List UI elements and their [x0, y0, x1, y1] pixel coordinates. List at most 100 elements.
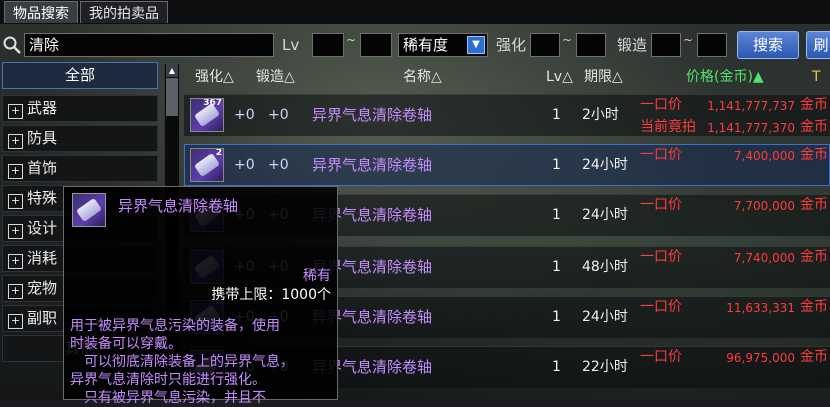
enhance-tilde: ~	[562, 33, 573, 47]
tooltip-item-name: 异界气息清除卷轴	[118, 197, 239, 215]
chevron-down-icon[interactable]: ▼	[467, 36, 485, 54]
cell-name[interactable]: 异界气息清除卷轴	[312, 156, 432, 174]
rarity-select[interactable]: 稀有度 ▼	[398, 33, 488, 57]
header-forge[interactable]: 锻造△	[256, 64, 295, 90]
category-label: 防具	[27, 129, 58, 147]
scroll-item-icon	[72, 193, 106, 227]
scroll-item-icon: 367	[190, 98, 224, 132]
tooltip-desc-line: 可以彻底清除装备上的异界气息，	[70, 354, 294, 370]
cell-name[interactable]: 异界气息清除卷轴	[312, 106, 432, 124]
price-label: 一口价	[640, 197, 682, 213]
expand-icon[interactable]: +	[8, 134, 23, 149]
expand-icon[interactable]: +	[8, 224, 23, 239]
category-label: 首饰	[27, 159, 58, 177]
search-bar: 清除 Lv ~ 稀有度 ▼ 强化 ~ 锻造 ~ 搜索 刷	[0, 30, 830, 60]
coin-unit: 金币	[800, 249, 828, 265]
table-row[interactable]: 367 +0 +0 异界气息清除卷轴 1 2小时 一口价 1,141,777,7…	[184, 92, 830, 138]
rarity-value: 稀有度	[403, 36, 449, 54]
category-label: 副职	[27, 309, 58, 327]
item-tooltip: 异界气息清除卷轴 稀有 携带上限：1000个 用于被异界气息污染的装备，使用 时…	[63, 186, 338, 406]
cell-enhance: +0	[234, 157, 255, 173]
bid-label: 当前竟拍	[640, 119, 696, 135]
coin-unit: 金币	[800, 197, 828, 213]
category-label: 全部	[64, 66, 95, 84]
category-jewelry[interactable]: + 首饰	[2, 155, 158, 182]
expand-icon[interactable]: +	[8, 254, 23, 269]
cell-lv: 1	[552, 107, 561, 123]
price-value: 7,700,000	[733, 199, 795, 213]
tooltip-desc-line: 时装备可以穿戴。	[70, 336, 182, 352]
cell-period: 2小时	[582, 107, 619, 123]
tab-bar: 物品搜索 我的拍卖品	[0, 0, 830, 24]
expand-icon[interactable]: +	[8, 314, 23, 329]
header-enhance[interactable]: 强化△	[195, 64, 234, 90]
lv-label: Lv	[282, 36, 300, 54]
scroll-thumb[interactable]	[166, 78, 178, 116]
coin-unit: 金币	[800, 299, 828, 315]
coin-unit: 金币	[800, 147, 828, 163]
enhance-label: 强化	[496, 36, 527, 54]
cell-period: 24小时	[582, 157, 628, 173]
coin-unit: 金币	[800, 119, 828, 135]
tooltip-rarity: 稀有	[303, 268, 331, 284]
price-label: 一口价	[640, 349, 682, 365]
header-name[interactable]: 名称△	[403, 64, 442, 90]
table-row[interactable]: 2 +0 +0 异界气息清除卷轴 1 24小时 一口价 7,400,000 金币	[184, 142, 830, 188]
cell-period: 24小时	[582, 207, 628, 223]
cell-period: 22小时	[582, 359, 628, 375]
scroll-glyph	[75, 197, 103, 223]
search-button[interactable]: 搜索	[737, 31, 799, 59]
cell-forge: +0	[268, 157, 289, 173]
cell-enhance: +0	[234, 107, 255, 123]
header-price[interactable]: 价格(金币)▲	[686, 64, 764, 90]
scroll-up-icon[interactable]: ▲	[166, 64, 178, 77]
lv-max-input[interactable]	[360, 33, 392, 57]
category-all[interactable]: 全部	[2, 62, 158, 89]
category-weapon[interactable]: + 武器	[2, 95, 158, 122]
price-value: 7,400,000	[733, 149, 795, 163]
price-value: 96,975,000	[726, 351, 795, 365]
price-label: 一口价	[640, 249, 682, 265]
category-label: 特殊	[27, 189, 58, 207]
expand-icon[interactable]: +	[8, 284, 23, 299]
lv-min-input[interactable]	[312, 33, 344, 57]
price-label: 一口价	[640, 97, 682, 113]
coin-unit: 金币	[800, 349, 828, 365]
header-seller[interactable]: T	[812, 64, 821, 90]
cell-period: 48小时	[582, 259, 628, 275]
price-value: 11,633,331	[726, 301, 795, 315]
forge-tilde: ~	[683, 33, 694, 47]
tab-my-auctions[interactable]: 我的拍卖品	[80, 1, 168, 23]
price-label: 一口价	[640, 299, 682, 315]
category-armor[interactable]: + 防具	[2, 125, 158, 152]
header-lv[interactable]: Lv△	[546, 64, 573, 90]
expand-icon[interactable]: +	[8, 194, 23, 209]
enhance-min-input[interactable]	[530, 33, 560, 57]
price-value: 7,740,000	[733, 251, 795, 265]
cell-lv: 1	[552, 359, 561, 375]
cell-lv: 1	[552, 157, 561, 173]
tooltip-carry-limit: 携带上限：1000个	[211, 287, 331, 303]
scroll-item-icon: 2	[190, 148, 224, 182]
tab-item-search[interactable]: 物品搜索	[4, 1, 78, 23]
forge-max-input[interactable]	[697, 33, 727, 57]
price-label: 一口价	[640, 147, 682, 163]
expand-icon[interactable]: +	[8, 164, 23, 179]
keyword-input[interactable]: 清除	[24, 33, 274, 57]
cell-forge: +0	[268, 107, 289, 123]
lv-tilde: ~	[346, 33, 357, 47]
item-quantity: 367	[203, 98, 222, 108]
refresh-button[interactable]: 刷	[806, 31, 830, 59]
forge-min-input[interactable]	[651, 33, 681, 57]
expand-icon[interactable]: +	[8, 104, 23, 119]
cell-lv: 1	[552, 309, 561, 325]
tooltip-desc-line: 用于被异界气息污染的装备，使用	[70, 318, 280, 334]
item-quantity: 2	[215, 148, 222, 158]
header-period[interactable]: 期限△	[584, 64, 623, 90]
enhance-max-input[interactable]	[576, 33, 606, 57]
coin-unit: 金币	[800, 97, 828, 113]
category-label: 消耗	[27, 249, 58, 267]
forge-label: 锻造	[617, 36, 648, 54]
tooltip-desc-line: 只有被异界气息污染，并且不	[70, 390, 266, 406]
cell-lv: 1	[552, 259, 561, 275]
